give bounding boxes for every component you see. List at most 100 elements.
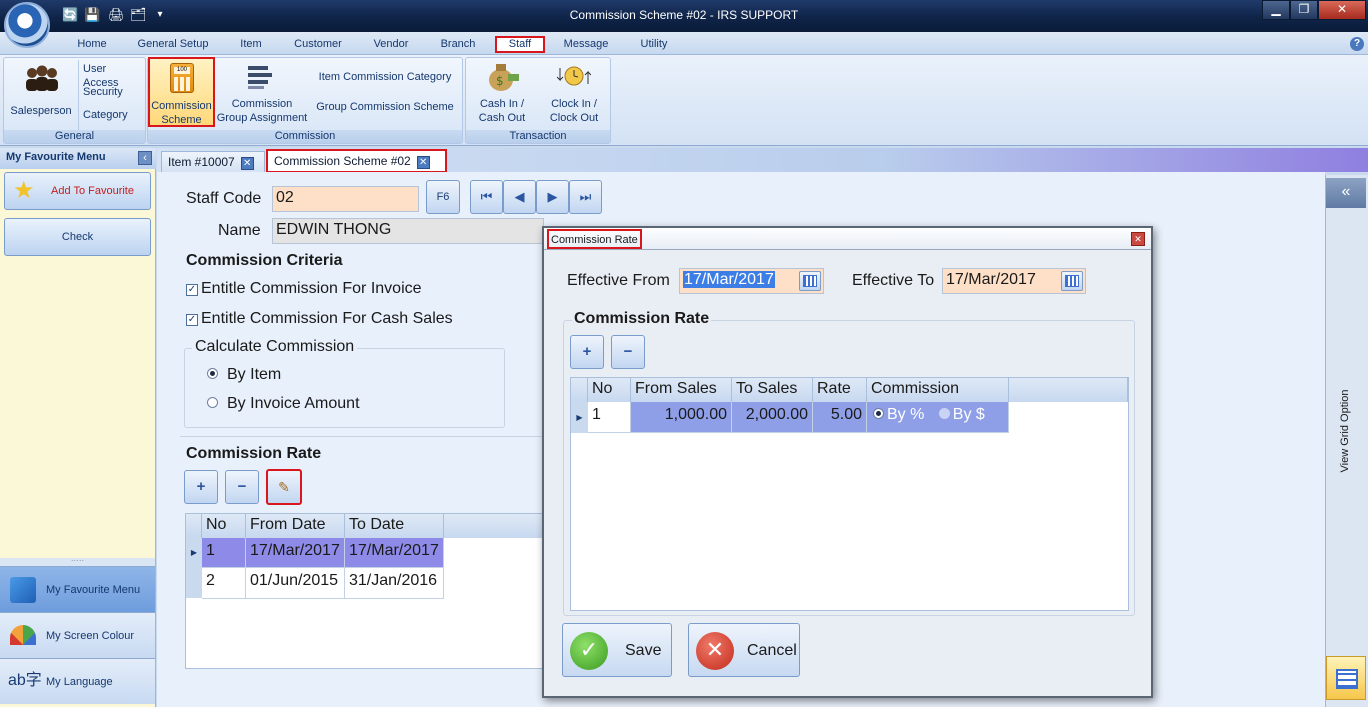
group-assignment-button[interactable]: Commission Group Assignment: [216, 97, 308, 125]
security-button[interactable]: Security: [80, 85, 144, 99]
grid-header-to-date[interactable]: To Date: [345, 514, 444, 538]
menu-vendor[interactable]: Vendor: [366, 36, 416, 53]
salesperson-icon: [24, 64, 60, 92]
grid-header-no[interactable]: No: [202, 514, 246, 538]
panel-collapse-button[interactable]: «: [1326, 178, 1366, 208]
row-selector[interactable]: [186, 568, 202, 598]
staff-code-field[interactable]: 02: [272, 186, 419, 212]
sidebar-splitter[interactable]: ·····: [0, 557, 155, 566]
item-commission-category-button[interactable]: Item Commission Category: [312, 70, 458, 84]
by-item-radio[interactable]: By Item: [207, 366, 281, 384]
grid-cell[interactable]: 17/Mar/2017: [345, 538, 444, 568]
add-rate-button[interactable]: +: [184, 470, 218, 504]
calendar-icon: [803, 275, 817, 287]
close-button[interactable]: ✕: [1318, 0, 1366, 20]
grid-cell[interactable]: 5.00: [813, 402, 867, 433]
edit-rate-button[interactable]: ✎: [266, 469, 302, 505]
grid-header-rate[interactable]: Rate: [813, 378, 867, 402]
menu-utility[interactable]: Utility: [632, 36, 676, 53]
grid-header-from-date[interactable]: From Date: [246, 514, 345, 538]
effective-from-calendar-button[interactable]: [799, 271, 821, 291]
salesperson-button[interactable]: Salesperson: [8, 104, 74, 118]
row-selector-icon[interactable]: ▶: [571, 402, 588, 433]
grid-header-from-sales[interactable]: From Sales: [631, 378, 732, 402]
refresh-icon[interactable]: 🔄: [62, 6, 78, 24]
by-invoice-amount-radio[interactable]: By Invoice Amount: [207, 395, 360, 413]
grid-cell[interactable]: 01/Jun/2015: [246, 568, 345, 599]
entitle-invoice-checkbox[interactable]: ✓ Entitle Commission For Invoice: [186, 280, 422, 298]
dialog-add-button[interactable]: +: [570, 335, 604, 369]
tab-commission-scheme-02[interactable]: Commission Scheme #02 ✕: [266, 149, 447, 173]
menu-branch[interactable]: Branch: [434, 36, 482, 53]
clock-in-out-button[interactable]: Clock In / Clock Out: [541, 97, 607, 125]
by-percent-radio[interactable]: By %: [873, 406, 924, 423]
qat-dropdown-icon[interactable]: ▾: [152, 6, 168, 24]
print-icon[interactable]: 🖨: [108, 6, 125, 24]
grid-cell[interactable]: 1: [202, 538, 246, 568]
maximize-button[interactable]: ❐: [1290, 0, 1318, 20]
cancel-button[interactable]: ✕ Cancel: [688, 623, 800, 677]
check-button[interactable]: Check: [4, 218, 151, 256]
grid-header-no[interactable]: No: [588, 378, 631, 402]
tab-close-icon[interactable]: ✕: [416, 156, 430, 169]
last-record-button[interactable]: ⏭: [569, 180, 602, 214]
radio-icon: [938, 408, 950, 419]
tab-item-10007[interactable]: Item #10007 ✕: [161, 151, 265, 173]
minimize-button[interactable]: ▁: [1262, 0, 1290, 20]
my-language-button[interactable]: ab字 My Language: [0, 658, 155, 704]
tab-close-icon[interactable]: ✕: [240, 157, 254, 170]
tab-label: Commission Scheme #02: [274, 154, 411, 168]
grid-cell[interactable]: 1,000.00: [631, 402, 732, 433]
name-field[interactable]: EDWIN THONG: [272, 218, 544, 244]
cash-in-out-button[interactable]: Cash In / Cash Out: [470, 97, 534, 125]
grid-header-blank: [444, 514, 544, 538]
commission-scheme-button[interactable]: 100 Commission Scheme: [148, 57, 215, 127]
menu-item[interactable]: Item: [232, 36, 270, 53]
menu-staff[interactable]: Staff: [495, 36, 545, 53]
by-amount-radio[interactable]: By $: [938, 406, 985, 423]
grid-cell[interactable]: 2: [202, 568, 246, 599]
effective-to-label: Effective To: [852, 272, 935, 289]
name-label: Name: [218, 222, 261, 239]
menu-general-setup[interactable]: General Setup: [134, 36, 212, 53]
help-icon[interactable]: ?: [1350, 37, 1364, 51]
remove-rate-button[interactable]: −: [225, 470, 259, 504]
row-selector-icon[interactable]: ▶: [186, 538, 202, 568]
grid-cell[interactable]: 2,000.00: [732, 402, 813, 433]
dialog-title: Commission Rate: [547, 229, 642, 249]
dialog-close-button[interactable]: ✕: [1131, 232, 1145, 246]
grid-cell[interactable]: 31/Jan/2016: [345, 568, 444, 599]
clock-in-out-icon: [556, 64, 592, 88]
commission-scheme-label: Commission Scheme: [151, 100, 212, 126]
dialog-rate-title: Commission Rate: [572, 310, 712, 328]
entitle-cash-sales-checkbox[interactable]: ✓ Entitle Commission For Cash Sales: [186, 310, 453, 328]
grid-header-commission[interactable]: Commission: [867, 378, 1009, 402]
menu-message[interactable]: Message: [558, 36, 614, 53]
by-amount-label: By $: [952, 406, 985, 423]
previous-record-button[interactable]: ◀: [503, 180, 536, 214]
grid-header-to-sales[interactable]: To Sales: [732, 378, 813, 402]
save-icon[interactable]: 💾: [84, 6, 100, 24]
my-favourite-menu-button[interactable]: My Favourite Menu: [0, 566, 155, 612]
sidebar-collapse-button[interactable]: ‹: [138, 151, 152, 165]
add-to-favourite-button[interactable]: ★ Add To Favourite: [4, 172, 151, 210]
grid-cell[interactable]: 1: [588, 402, 631, 433]
first-record-button[interactable]: ⏮: [470, 180, 503, 214]
save-button[interactable]: ✓ Save: [562, 623, 672, 677]
menu-customer[interactable]: Customer: [288, 36, 348, 53]
grid-view-button[interactable]: [1326, 656, 1366, 700]
grid-header-blank: [1009, 378, 1128, 402]
menu-home[interactable]: Home: [70, 36, 114, 53]
next-record-button[interactable]: ▶: [536, 180, 569, 214]
category-button[interactable]: Category: [80, 108, 144, 122]
group-commission-scheme-button[interactable]: Group Commission Scheme: [312, 100, 458, 114]
money-bag-icon: $: [486, 60, 520, 92]
folder-icon[interactable]: 🗂: [130, 6, 147, 24]
view-grid-option-tab[interactable]: View Grid Option: [1325, 370, 1365, 500]
f6-lookup-button[interactable]: F6: [426, 180, 460, 214]
my-screen-colour-button[interactable]: My Screen Colour: [0, 612, 155, 658]
grid-cell[interactable]: 17/Mar/2017: [246, 538, 345, 568]
app-orb-icon[interactable]: [4, 2, 50, 48]
dialog-remove-button[interactable]: −: [611, 335, 645, 369]
effective-to-calendar-button[interactable]: [1061, 271, 1083, 291]
